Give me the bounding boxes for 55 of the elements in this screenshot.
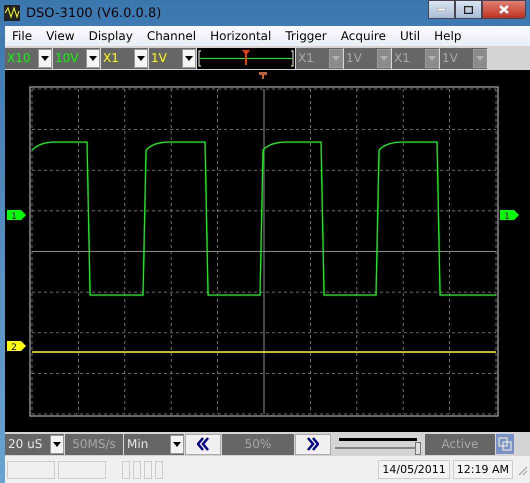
window-title: DSO-3100 (V6.0.0.8) (26, 6, 162, 20)
channel-marker[interactable]: 2 (7, 341, 26, 353)
menu-item[interactable]: View (39, 29, 82, 43)
status-pane (122, 460, 130, 478)
menu-item[interactable]: Horizontal (203, 29, 278, 43)
caret-icon (380, 56, 388, 60)
menu-item[interactable]: File (5, 29, 40, 43)
menu-item[interactable]: Trigger (278, 29, 334, 43)
channel-dropdown[interactable]: 1V (149, 48, 196, 68)
double-left-chevron-icon (197, 437, 209, 451)
maximize-icon (464, 6, 473, 14)
menu-item[interactable]: Channel (140, 29, 204, 43)
caret-icon (41, 56, 49, 60)
status-pane (58, 460, 106, 478)
trigger-marker-icon (259, 72, 267, 79)
menu-item[interactable]: Acquire (334, 29, 393, 43)
close-button[interactable] (482, 0, 526, 19)
mode-dropdown[interactable]: Min (124, 434, 184, 454)
caret-icon (173, 442, 181, 446)
right-button[interactable] (295, 434, 331, 454)
channel-dropdown[interactable]: X10 (5, 48, 52, 68)
caret-icon (476, 56, 484, 60)
left-button[interactable] (185, 434, 221, 454)
menu-item[interactable]: Util (392, 29, 428, 43)
position-display: 50% (222, 434, 294, 454)
slider-thumb[interactable] (415, 442, 422, 454)
channel-dropdown[interactable]: 10V (53, 48, 100, 68)
sample-rate-display: 50MS/s (65, 434, 123, 454)
windows-icon[interactable] (496, 434, 514, 454)
minimize-icon (437, 8, 446, 11)
resize-grip-icon (516, 464, 528, 476)
menu-item[interactable]: Display (82, 29, 140, 43)
double-right-chevron-icon (307, 437, 319, 451)
minimize-button[interactable] (428, 0, 455, 19)
close-icon (499, 5, 509, 14)
status-time: 12:19 AM (452, 460, 513, 479)
status-pane (155, 460, 163, 478)
caret-icon (185, 56, 193, 60)
status-pane (7, 460, 55, 478)
caret-icon (53, 442, 61, 446)
caret-icon (137, 56, 145, 60)
channel-marker[interactable]: 1 (500, 210, 519, 222)
status-date: 14/05/2011 (378, 460, 450, 479)
status-pane (144, 460, 152, 478)
caret-icon (428, 56, 436, 60)
caret-icon (89, 56, 97, 60)
app-icon (4, 5, 20, 21)
status-pane (133, 460, 141, 478)
timebase-dropdown[interactable]: 20 uS (5, 434, 64, 454)
channel-marker[interactable]: 1 (7, 210, 26, 222)
channel-dropdown[interactable]: X1 (101, 48, 148, 68)
maximize-button[interactable] (455, 0, 482, 19)
menu-item[interactable]: Help (427, 29, 468, 43)
status-display: Active (425, 434, 495, 454)
caret-icon (332, 56, 340, 60)
